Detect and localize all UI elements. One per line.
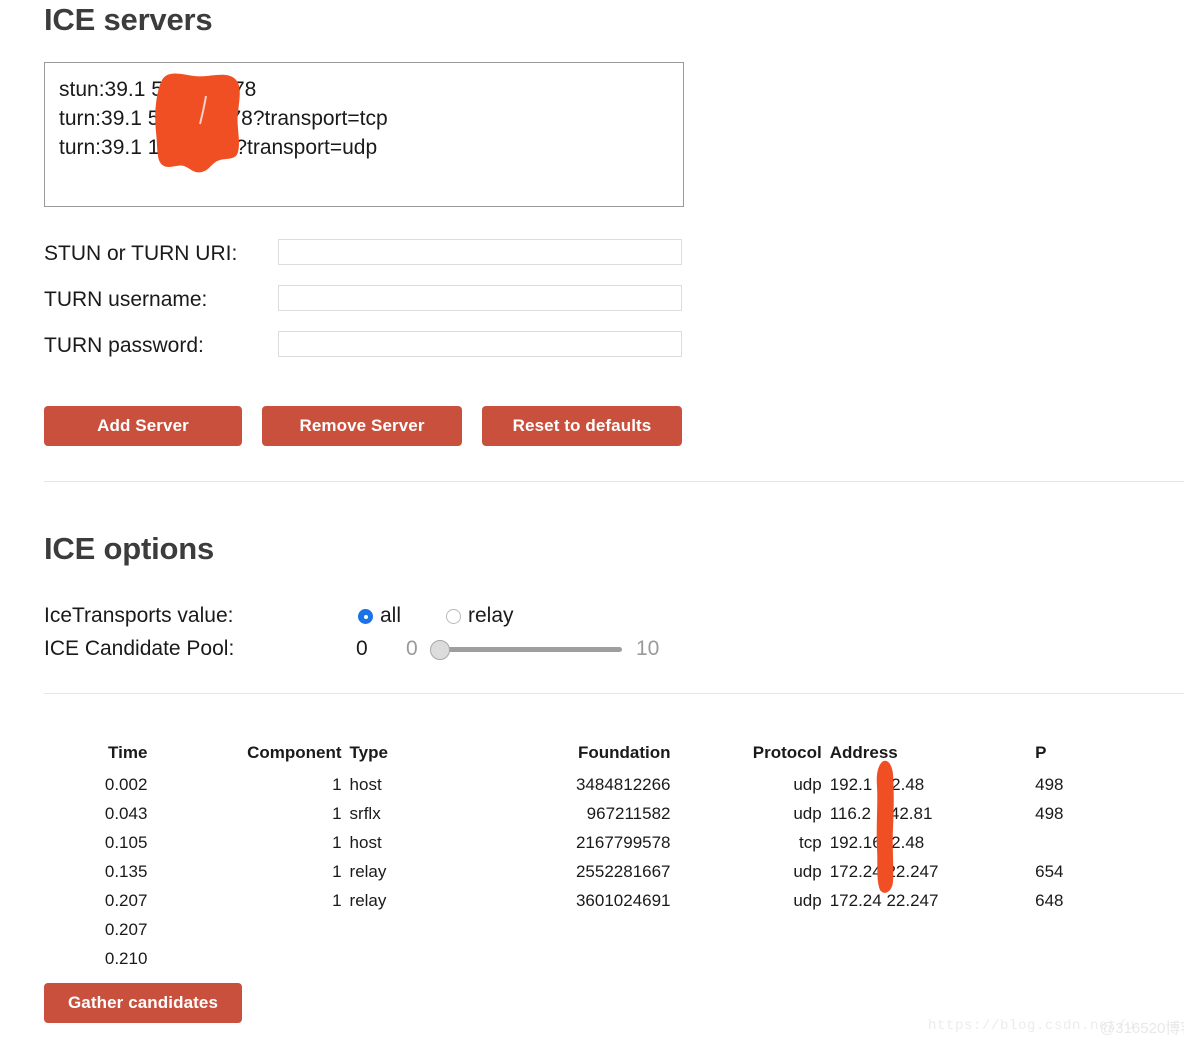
cell-address: 172.24 22.247 [829,891,939,910]
cell-address [822,944,983,973]
table-row: 0.210 [80,944,1184,973]
stun-turn-uri-input[interactable] [278,239,682,265]
cell-component [147,944,341,973]
cell-time: 0.002 [104,775,148,794]
cell-protocol: udp [793,891,822,910]
cell-component: 1 [332,804,342,823]
cell-address: 192.1 8.2.48 [829,775,925,794]
cell-time: 0.105 [104,833,148,852]
cell-address: 172.24 22.247 [829,862,939,881]
cell-component: 1 [332,891,342,910]
cell-address [822,915,983,944]
cell-type: relay [349,862,387,881]
turn-username-input[interactable] [278,285,682,311]
cell-protocol: udp [793,775,822,794]
table-row: 0.207 1 relay 3601024691 udp 172.24 22.247 648 [80,886,1184,915]
cell-foundation: 3601024691 [575,891,671,910]
column-header-type: Type [349,743,388,762]
radio-unselected-icon [446,609,461,624]
cell-address: 116.2 .242.81 [829,804,933,823]
section-divider [44,693,1184,694]
cell-type [342,915,405,944]
table-row: 0.002 1 host 3484812266 udp 192.1 8.2.48 498 [80,770,1184,799]
server-list-item: turn:39.1 5.143:3478?transport=tcp [59,107,388,130]
cell-time: 0.207 [104,920,148,939]
radio-label-all: all [380,604,402,627]
cell-foundation: 3484812266 [575,775,671,794]
column-header-address: Address [829,743,898,762]
table-row: 0.043 1 srflx 967211582 udp 116.2 .242.81 498 [80,799,1184,828]
turn-password-label: TURN password: [44,334,204,357]
cell-component: 1 [332,862,342,881]
server-list-item: turn:39.1 143:3478?transport=udp [59,136,378,159]
table-row: 0.105 1 host 2167799578 tcp 192.16 .2.48 [80,828,1184,857]
slider-track [438,647,622,652]
server-list-item: stun:39.1 5.143:3478 [59,78,257,101]
cell-port: 498 [1035,804,1064,823]
table-row: 0.135 1 relay 2552281667 udp 172.24 22.247 654 [80,857,1184,886]
cell-port: 498 [1035,775,1064,794]
candidate-pool-slider[interactable] [430,640,630,660]
slider-min-label: 0 [406,637,418,660]
turn-username-label: TURN username: [44,288,208,311]
cell-type: relay [349,891,387,910]
table-header-row: Time Component Type Foundation Protocol … [80,743,1184,770]
cell-port [983,944,1184,973]
column-header-time: Time [108,743,148,762]
ice-servers-list[interactable]: stun:39.1 5.143:3478 turn:39.1 5.143:347… [44,62,684,207]
column-header-protocol: Protocol [752,743,822,762]
ice-servers-heading: ICE servers [44,2,213,37]
cell-port: 648 [1035,891,1064,910]
gather-candidates-button[interactable]: Gather candidates [44,983,242,1023]
ice-transports-label: IceTransports value: [44,604,234,627]
ice-candidate-pool-label: ICE Candidate Pool: [44,637,235,660]
table-row: 0.207 [80,915,1184,944]
cell-type: srflx [349,804,381,823]
cell-foundation: 2167799578 [575,833,671,852]
trickle-ice-page: ICE servers stun:39.1 5.143:3478 turn:39… [0,0,1184,1045]
cell-type [342,944,405,973]
radio-label-relay: relay [468,604,514,627]
cell-protocol: udp [793,862,822,881]
radio-option-all[interactable]: all [358,602,401,630]
column-header-foundation: Foundation [577,743,671,762]
cell-type: host [349,833,382,852]
add-server-button[interactable]: Add Server [44,406,242,446]
cell-protocol [671,915,822,944]
cell-component: 1 [332,833,342,852]
cell-time: 0.210 [104,949,148,968]
ice-options-heading: ICE options [44,531,215,566]
cell-type: host [349,775,382,794]
cell-foundation: 967211582 [586,804,671,823]
cell-time: 0.043 [104,804,148,823]
slider-max-label: 10 [636,637,660,660]
cell-protocol [671,944,822,973]
cell-address: 192.16 .2.48 [829,833,925,852]
turn-password-input[interactable] [278,331,682,357]
column-header-port: P [1035,743,1047,762]
section-divider [44,481,1184,482]
remove-server-button[interactable]: Remove Server [262,406,462,446]
reset-to-defaults-button[interactable]: Reset to defaults [482,406,682,446]
cell-port [983,915,1184,944]
column-header-component: Component [247,743,342,762]
cell-component [147,915,341,944]
cell-foundation [405,915,671,944]
watermark-handle: @316520博客 [1100,1020,1184,1037]
ice-candidates-table: Time Component Type Foundation Protocol … [80,743,1184,973]
radio-option-relay[interactable]: relay [446,602,514,630]
cell-foundation [405,944,671,973]
cell-time: 0.207 [104,891,148,910]
cell-port: 654 [1035,862,1064,881]
cell-protocol: udp [793,804,822,823]
cell-port [983,828,1184,857]
cell-component: 1 [332,775,342,794]
cell-protocol: tcp [799,833,822,852]
radio-selected-icon [358,609,373,624]
cell-time: 0.135 [104,862,148,881]
candidate-pool-value: 0 [356,637,368,660]
stun-turn-uri-label: STUN or TURN URI: [44,242,238,265]
cell-foundation: 2552281667 [575,862,671,881]
slider-thumb[interactable] [430,640,450,660]
